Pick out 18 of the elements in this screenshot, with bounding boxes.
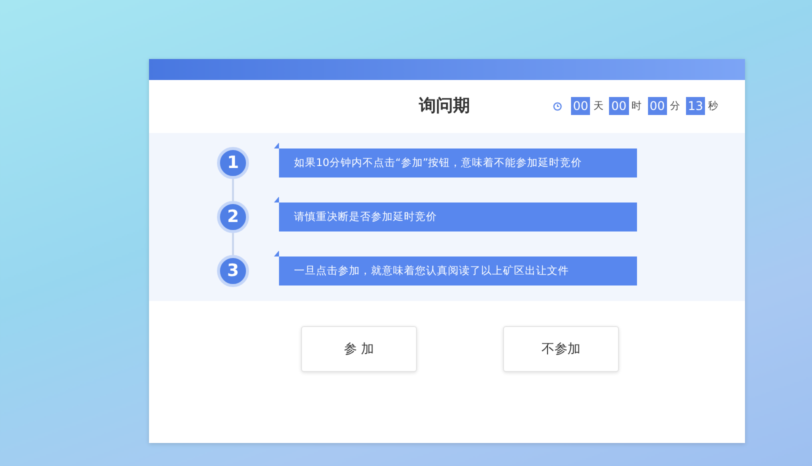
countdown-value: 00: [648, 97, 667, 115]
step-number: 1: [217, 147, 249, 179]
countdown-value: 00: [571, 97, 590, 115]
dialog-title: 询问期: [419, 95, 470, 117]
countdown-unit: 时: [632, 100, 642, 113]
action-button[interactable]: 不参加: [503, 326, 619, 372]
countdown-unit: 秒: [708, 100, 718, 113]
step-number: 2: [217, 201, 249, 233]
countdown-value: 00: [609, 97, 629, 115]
action-button[interactable]: 参 加: [301, 326, 417, 372]
countdown-unit: 天: [593, 100, 604, 113]
countdown-unit: 分: [670, 100, 680, 113]
step-number: 3: [217, 255, 249, 287]
step-banner: 一旦点击参加，就意味着您认真阅读了以上矿区出让文件: [274, 250, 637, 286]
countdown-value: 13: [686, 97, 706, 115]
step-banner: 如果10分钟内不点击“参加”按钮，意味着不能参加延时竞价: [274, 142, 637, 178]
step-banner: 请慎重决断是否参加延时竞价: [274, 196, 637, 232]
clock-icon: [553, 102, 562, 110]
